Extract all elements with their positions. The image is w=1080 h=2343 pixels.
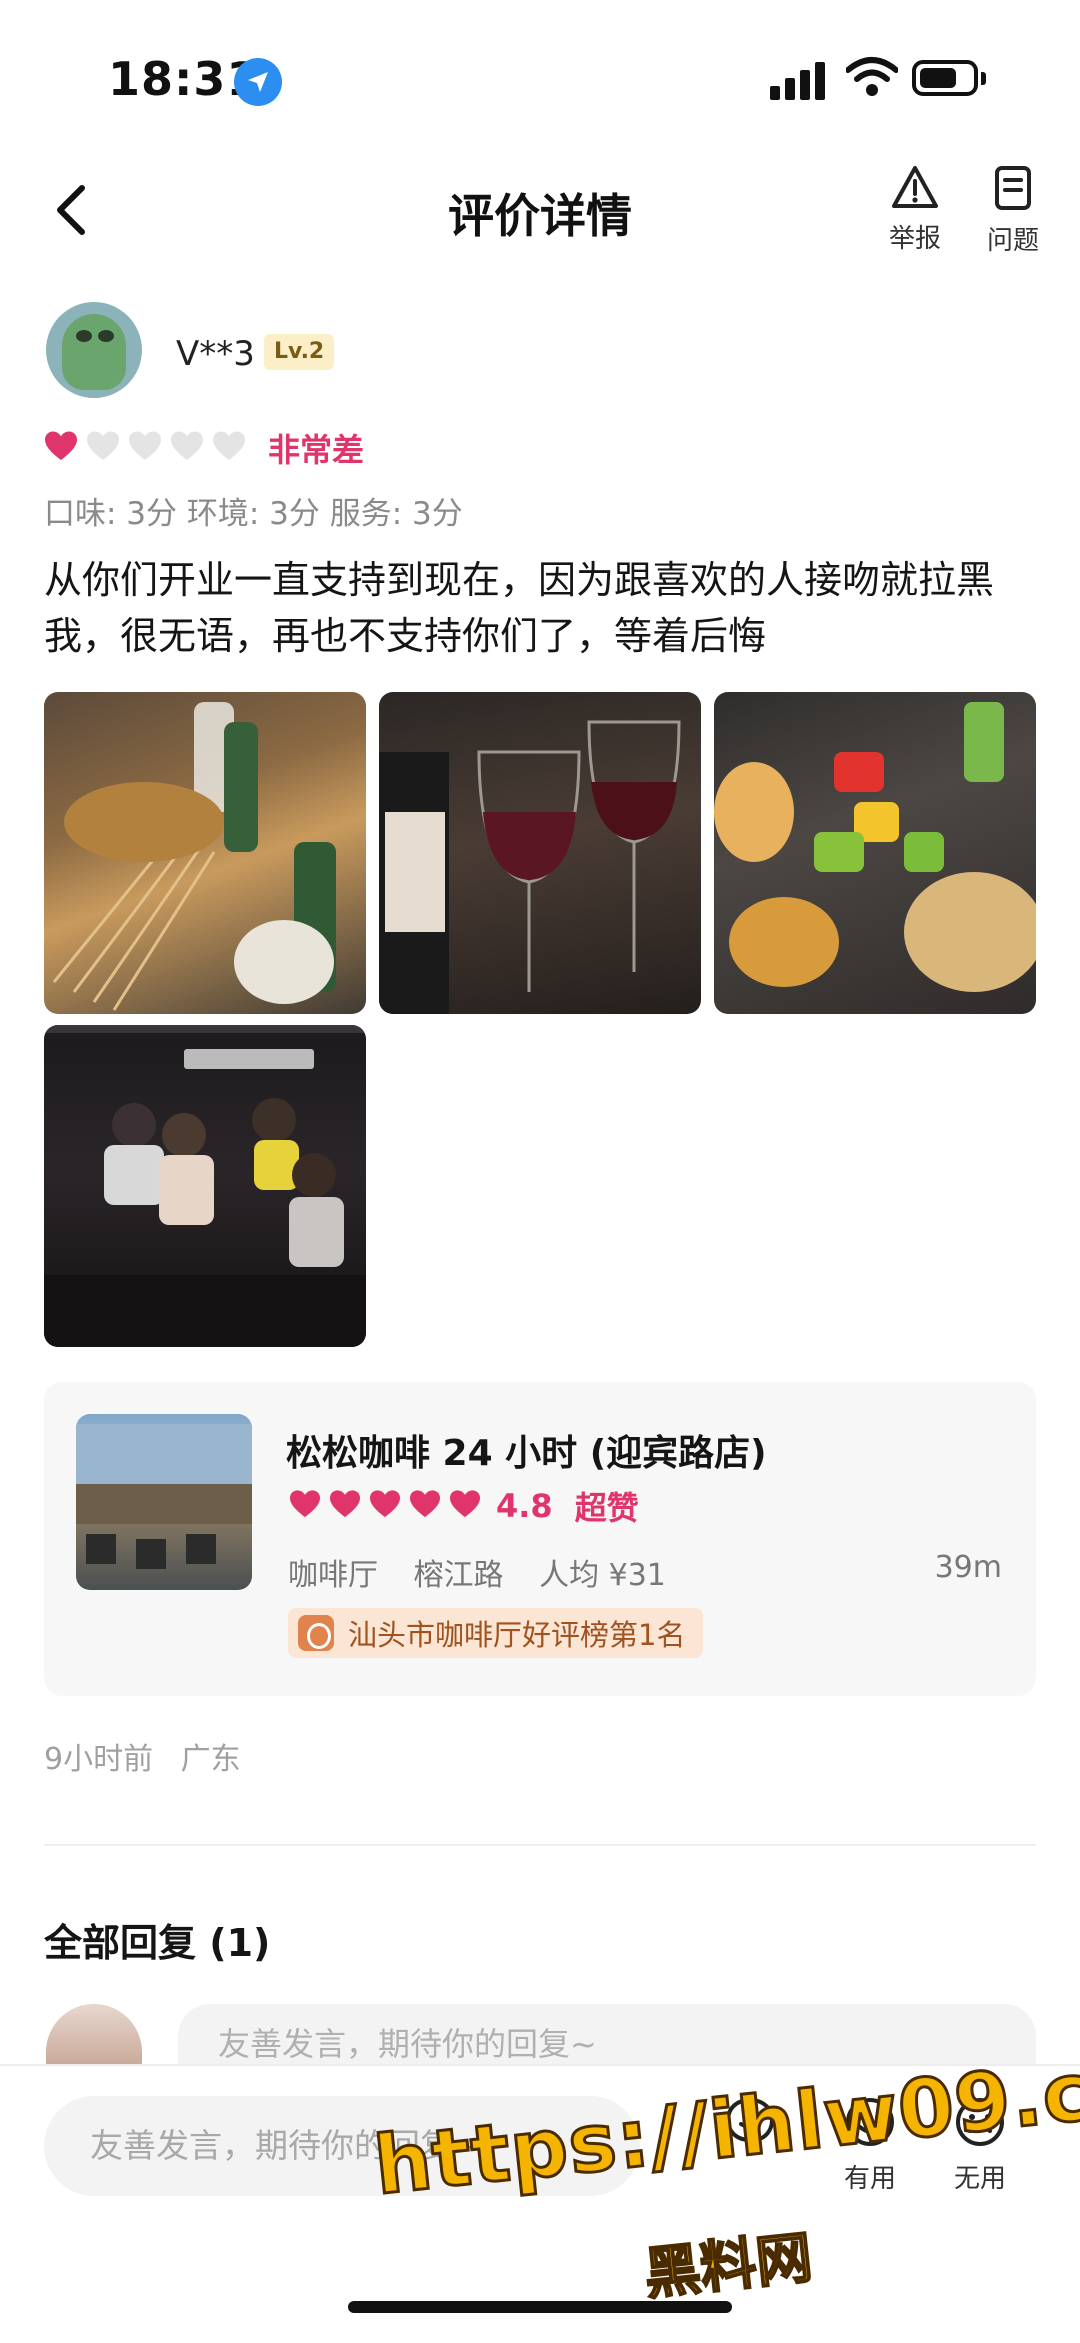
report-label: 举报 — [888, 224, 941, 254]
shop-avg-price: 人均 ¥31 — [539, 1558, 666, 1593]
useful-button[interactable]: 有用 — [820, 2096, 920, 2195]
rating-text: 非常差 — [268, 431, 365, 469]
shop-card[interactable]: 松松咖啡 24 小时 (迎宾路店) 4.8 超赞 咖啡厅 榕江路 人均 ¥31 … — [44, 1382, 1036, 1696]
shop-rank-text: 汕头市咖啡厅好评榜第1名 — [348, 1618, 686, 1652]
heart-icon — [45, 431, 77, 460]
shop-rank-badge[interactable]: 汕头市咖啡厅好评榜第1名 — [288, 1608, 704, 1658]
document-icon — [995, 166, 1031, 210]
shop-rating-tag: 超赞 — [574, 1489, 639, 1527]
wifi-icon — [845, 56, 899, 102]
shop-category: 咖啡厅 — [288, 1558, 378, 1593]
review-photo-snacks[interactable] — [714, 692, 1036, 1014]
rating-hearts — [44, 430, 254, 466]
heart-icon — [171, 431, 203, 460]
divider — [44, 1844, 1036, 1846]
user-avatar[interactable] — [46, 302, 142, 398]
comment-icon — [725, 2097, 775, 2151]
heart-icon — [410, 1490, 440, 1518]
smile-icon — [846, 2098, 894, 2146]
frog-avatar-icon — [62, 314, 126, 390]
battery-icon — [912, 60, 986, 96]
shop-score: 4.8 — [496, 1487, 553, 1525]
sub-scores: 口味: 3分 环境: 3分 服务: 3分 — [44, 496, 463, 532]
warning-icon — [892, 166, 938, 208]
meh-face-icon — [956, 2098, 1004, 2146]
review-photo-food-skewers[interactable] — [44, 692, 366, 1014]
reply-user-avatar[interactable] — [46, 2004, 142, 2066]
shop-distance: 39m — [934, 1550, 1002, 1585]
heart-icon — [87, 431, 119, 460]
heart-icon — [450, 1490, 480, 1518]
location-arrow-icon — [234, 58, 282, 106]
heart-icon — [129, 431, 161, 460]
comment-button[interactable] — [700, 2096, 800, 2152]
useful-label: 有用 — [843, 2164, 896, 2194]
useless-label: 无用 — [953, 2164, 1006, 2194]
reply-input-preview[interactable]: 友善发言，期待你的回复~ — [178, 2004, 1036, 2066]
heart-icon — [330, 1490, 360, 1518]
report-button[interactable]: 举报 — [870, 164, 960, 255]
review-time: 9小时前 — [44, 1742, 154, 1777]
review-meta: 9小时前 广东 — [44, 1734, 259, 1778]
review-photo-live-band[interactable] — [44, 1025, 366, 1347]
username[interactable]: V**3 — [176, 334, 255, 374]
useless-button[interactable]: 无用 — [930, 2096, 1030, 2195]
shop-area: 榕江路 — [413, 1558, 504, 1593]
douyin-icon — [298, 1615, 334, 1651]
shop-meta: 咖啡厅 榕江路 人均 ¥31 — [288, 1550, 692, 1594]
shop-name: 松松咖啡 24 小时 (迎宾路店) — [286, 1433, 767, 1474]
bottom-bar: 友善发言，期待你的回复~ 有用 无用 — [0, 2064, 1080, 2343]
reply-input[interactable]: 友善发言，期待你的回复~ — [44, 2096, 640, 2196]
shop-photo — [76, 1414, 252, 1590]
review-photo-wine[interactable] — [379, 692, 701, 1014]
review-text: 从你们开业一直支持到现在，因为跟喜欢的人接吻就拉黑我，很无语，再也不支持你们了，… — [44, 558, 995, 658]
signal-icon — [770, 60, 830, 100]
heart-icon — [290, 1490, 320, 1518]
heart-icon — [370, 1490, 400, 1518]
heart-icon — [213, 431, 245, 460]
shop-rating-hearts — [288, 1489, 488, 1523]
shop-rating: 4.8 超赞 — [288, 1486, 639, 1527]
status-bar: 18:31 — [0, 0, 1080, 150]
nav-bar: 评价详情 举报 问题 — [0, 150, 1080, 280]
replies-title: 全部回复 (1) — [44, 1921, 271, 1965]
level-badge: Lv.2 — [264, 334, 335, 370]
issue-label: 问题 — [986, 226, 1039, 256]
rating-row: 非常差 — [44, 428, 365, 469]
issue-button[interactable]: 问题 — [968, 164, 1058, 257]
home-indicator — [348, 2301, 732, 2313]
review-location: 广东 — [180, 1742, 241, 1777]
